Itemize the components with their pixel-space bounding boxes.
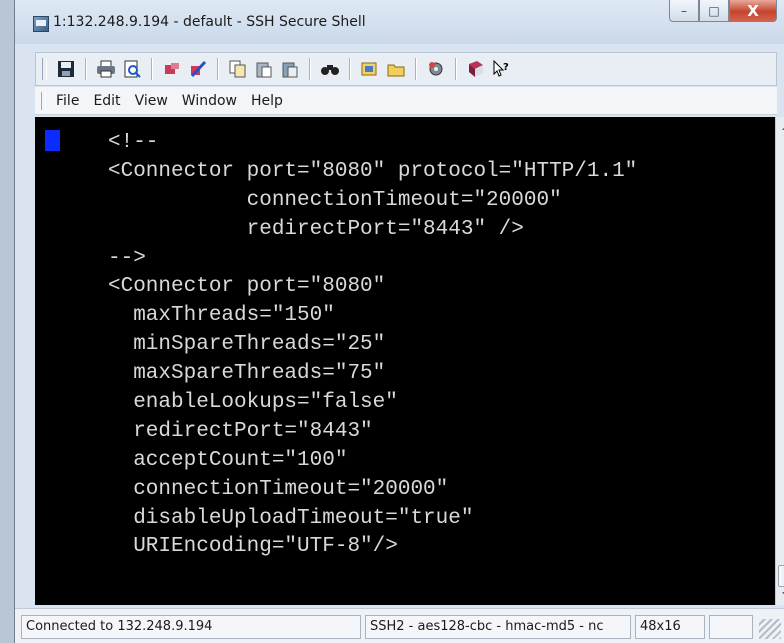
terminal-cursor (45, 130, 60, 151)
minimize-button[interactable]: – (669, 0, 699, 22)
ssh-window: 1:132.248.9.194 - default - SSH Secure S… (14, 0, 784, 643)
window-controls: – □ X (669, 0, 777, 24)
terminal-line: minSpareThreads="25" (108, 333, 386, 357)
terminal-text: <!-- <Connector port="8080" protocol="HTT… (108, 129, 637, 562)
svg-text:?: ? (503, 62, 509, 73)
print-preview-icon[interactable] (122, 59, 142, 79)
status-terminal-size: 48x16 (635, 615, 705, 639)
print-icon[interactable] (96, 59, 116, 79)
help-book-icon[interactable] (466, 59, 486, 79)
terminal-line: maxSpareThreads="75" (108, 362, 386, 386)
profile-icon[interactable] (360, 59, 380, 79)
menu-file[interactable]: File (56, 93, 79, 109)
disconnect-icon[interactable] (188, 59, 208, 79)
window-title: 1:132.248.9.194 - default - SSH Secure S… (53, 14, 366, 30)
save-icon[interactable] (56, 59, 76, 79)
terminal-line: <Connector port="8080" (108, 275, 386, 299)
toolbar-grip[interactable] (42, 58, 47, 80)
terminal-line: redirectPort="8443" /> (108, 217, 524, 241)
terminal-line: redirectPort="8443" (108, 419, 373, 443)
terminal-line: <Connector port="8080" protocol="HTTP/1.… (108, 159, 638, 183)
status-connection: Connected to 132.248.9.194 (21, 615, 361, 639)
terminal-line: connectionTimeout="20000" (108, 477, 449, 501)
toolbar-separator (151, 58, 153, 80)
paste-icon[interactable] (254, 59, 274, 79)
open-folder-icon[interactable] (386, 59, 406, 79)
context-help-icon[interactable]: ? (492, 59, 512, 79)
toolbar-separator (415, 58, 417, 80)
resize-grip-icon[interactable] (759, 619, 781, 639)
status-bar: Connected to 132.248.9.194 SSH2 - aes128… (15, 608, 784, 643)
close-button[interactable]: X (729, 0, 777, 22)
menu-window[interactable]: Window (182, 93, 237, 109)
terminal-line: enableLookups="false" (108, 391, 398, 415)
status-cipher: SSH2 - aes128-cbc - hmac-md5 - nc (365, 615, 631, 639)
settings-icon[interactable] (426, 59, 446, 79)
menu-view[interactable]: View (135, 93, 168, 109)
toolbar-separator (309, 58, 311, 80)
toolbar-separator (455, 58, 457, 80)
find-icon[interactable] (320, 59, 340, 79)
vertical-scrollbar[interactable] (775, 117, 784, 605)
ssh-app-icon (33, 16, 49, 32)
paste-special-icon[interactable] (280, 59, 300, 79)
menu-edit[interactable]: Edit (93, 93, 120, 109)
toolbar-separator (85, 58, 87, 80)
terminal-line: URIEncoding="UTF-8"/> (108, 535, 398, 559)
terminal-line: acceptCount="100" (108, 448, 348, 472)
toolbar-separator (349, 58, 351, 80)
status-empty-pane (709, 615, 753, 639)
copy-icon[interactable] (228, 59, 248, 79)
terminal-line: connectionTimeout="20000" (108, 188, 562, 212)
connect-icon[interactable] (162, 59, 182, 79)
menu-grip[interactable] (41, 91, 46, 110)
terminal-area[interactable]: <!-- <Connector port="8080" protocol="HTT… (35, 117, 775, 605)
maximize-button[interactable]: □ (699, 0, 729, 22)
toolbar-separator (217, 58, 219, 80)
terminal-line: disableUploadTimeout="true" (108, 506, 474, 530)
terminal-line: --> (108, 246, 146, 270)
terminal-line: <!-- (108, 131, 159, 154)
toolbar: ? (35, 52, 777, 86)
terminal-line: maxThreads="150" (108, 304, 335, 328)
scroll-thumb[interactable] (778, 565, 784, 587)
menu-help[interactable]: Help (251, 93, 283, 109)
menu-bar: File Edit View Window Help (35, 87, 777, 115)
title-bar[interactable]: 1:132.248.9.194 - default - SSH Secure S… (15, 0, 784, 44)
